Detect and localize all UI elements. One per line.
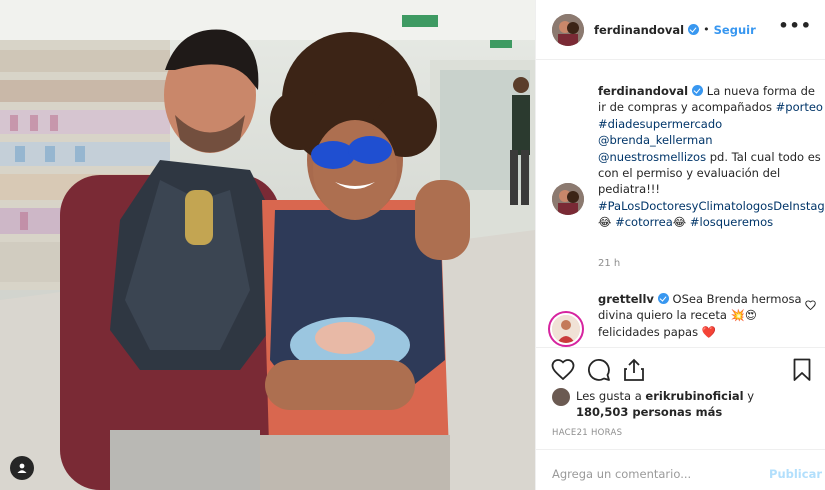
verified-icon: [688, 24, 700, 35]
post-photo[interactable]: [0, 0, 535, 490]
publish-button[interactable]: Publicar: [769, 467, 822, 481]
comment-text: grettellv OSea Brenda hermosa divina qui…: [598, 291, 808, 340]
commenter-avatar[interactable]: [548, 311, 584, 347]
avatar[interactable]: [552, 13, 584, 46]
mention[interactable]: @brenda_kellerman: [598, 133, 713, 147]
hashtag[interactable]: #PaLosDoctoresyClimatologosDeInstagram: [598, 199, 825, 213]
likes-count[interactable]: 180,503 personas más: [576, 405, 722, 419]
liker-avatar[interactable]: [552, 388, 570, 406]
verified-icon: [657, 293, 669, 304]
bookmark-icon[interactable]: [793, 358, 811, 386]
laugh-emoji: 😂: [598, 215, 612, 230]
comment-emojis: 💥😍: [730, 308, 757, 323]
verified-icon: [692, 85, 704, 96]
hashtag[interactable]: #losqueremos: [690, 215, 773, 229]
heart-icon[interactable]: [551, 358, 575, 384]
post-date[interactable]: HACE21 HORAS: [552, 428, 622, 438]
follow-button[interactable]: Seguir: [714, 23, 756, 37]
laugh-emoji: 😂: [672, 215, 687, 230]
heart-emoji: ❤️: [701, 324, 717, 339]
caption-timestamp[interactable]: 21 h: [598, 258, 620, 269]
post-header: ferdinandoval • Seguir •••: [536, 0, 825, 60]
hashtag[interactable]: #diadesupermercado: [598, 117, 722, 131]
post-side-panel: ferdinandoval • Seguir ••• ferdinandoval…: [535, 0, 825, 490]
mention[interactable]: @nuestrosmellizos: [598, 150, 706, 164]
user-tag-icon[interactable]: [10, 456, 34, 480]
hashtag[interactable]: #cotorrea: [615, 215, 673, 229]
more-options-icon[interactable]: •••: [778, 16, 812, 35]
add-comment-bar: Agrega un comentario... Publicar: [536, 449, 825, 490]
caption-username[interactable]: ferdinandoval: [598, 84, 688, 98]
separator-dot: •: [703, 23, 710, 36]
username[interactable]: ferdinandoval: [594, 23, 684, 37]
comments-section: ferdinandoval La nueva forma de ir de co…: [536, 61, 825, 347]
comment-line: felicidades papas: [598, 324, 702, 339]
comment-input[interactable]: Agrega un comentario...: [552, 467, 691, 481]
hashtag[interactable]: #porteo: [776, 100, 823, 114]
liker-username[interactable]: erikrubinoficial: [645, 389, 743, 403]
supermarket-photo: [0, 0, 535, 490]
commenter-username[interactable]: grettellv: [598, 292, 654, 306]
caption-text: ferdinandoval La nueva forma de ir de co…: [598, 83, 825, 231]
share-icon[interactable]: [623, 358, 645, 386]
likes-text: Les gusta a erikrubinoficial y 180,503 p…: [576, 389, 755, 419]
comment-icon[interactable]: [587, 358, 611, 386]
action-bar: [536, 347, 825, 391]
caption-avatar[interactable]: [552, 183, 584, 215]
like-comment-icon[interactable]: [805, 295, 816, 314]
